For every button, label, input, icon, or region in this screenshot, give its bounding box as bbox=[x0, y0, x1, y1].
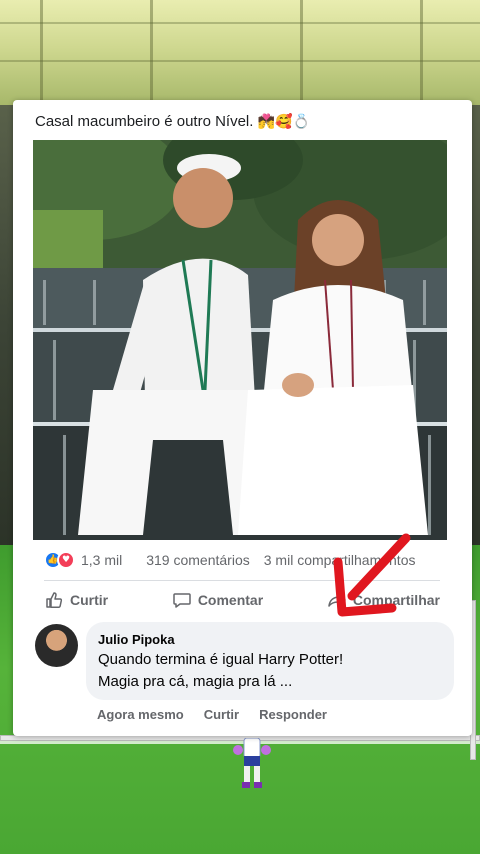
comment-meta: Agora mesmo Curtir Responder bbox=[97, 707, 327, 722]
ceiling-beam bbox=[150, 0, 153, 105]
love-reaction-icon: ♥ bbox=[57, 551, 75, 569]
reaction-icons: 👍 ♥ bbox=[44, 551, 75, 569]
reaction-count: 1,3 mil bbox=[81, 552, 123, 568]
avatar[interactable] bbox=[35, 624, 78, 667]
ceiling-rail bbox=[0, 22, 480, 24]
post-photo[interactable] bbox=[33, 140, 447, 540]
ceiling-beam bbox=[420, 0, 423, 105]
ceiling-rail bbox=[0, 60, 480, 62]
comment-author[interactable]: Julio Pipoka bbox=[98, 631, 442, 649]
post-caption: Casal macumbeiro é outro Nível. 💏🥰💍 bbox=[35, 110, 455, 134]
red-arrow-icon bbox=[333, 533, 411, 617]
comment-reply-button[interactable]: Responder bbox=[259, 707, 327, 722]
like-button[interactable]: Curtir bbox=[44, 590, 108, 610]
comment-time: Agora mesmo bbox=[97, 707, 184, 722]
like-label: Curtir bbox=[70, 592, 109, 608]
stadium-ceiling bbox=[0, 0, 480, 105]
caption-emoji: 💏🥰💍 bbox=[257, 114, 310, 130]
couple-photo-illustration bbox=[33, 140, 447, 540]
comment-text-line-1: Quando termina é igual Harry Potter! bbox=[98, 651, 344, 668]
caption-text: Casal macumbeiro é outro Nível. bbox=[35, 113, 254, 130]
comment-text-line-2: Magia pra cá, magia pra lá ... bbox=[98, 673, 293, 690]
goalkeeper-figure bbox=[233, 738, 271, 788]
ceiling-beam bbox=[300, 0, 303, 105]
comment-bubble-icon bbox=[173, 593, 191, 608]
ceiling-beam bbox=[40, 0, 43, 105]
comment-like-button[interactable]: Curtir bbox=[204, 707, 239, 722]
comment-label: Comentar bbox=[197, 592, 264, 608]
comments-count[interactable]: 319 comentários bbox=[146, 552, 250, 568]
comment-bubble: Julio Pipoka Quando termina é igual Harr… bbox=[86, 622, 454, 700]
thumbs-up-icon bbox=[46, 592, 63, 608]
comment-button[interactable]: Comentar bbox=[172, 590, 263, 610]
